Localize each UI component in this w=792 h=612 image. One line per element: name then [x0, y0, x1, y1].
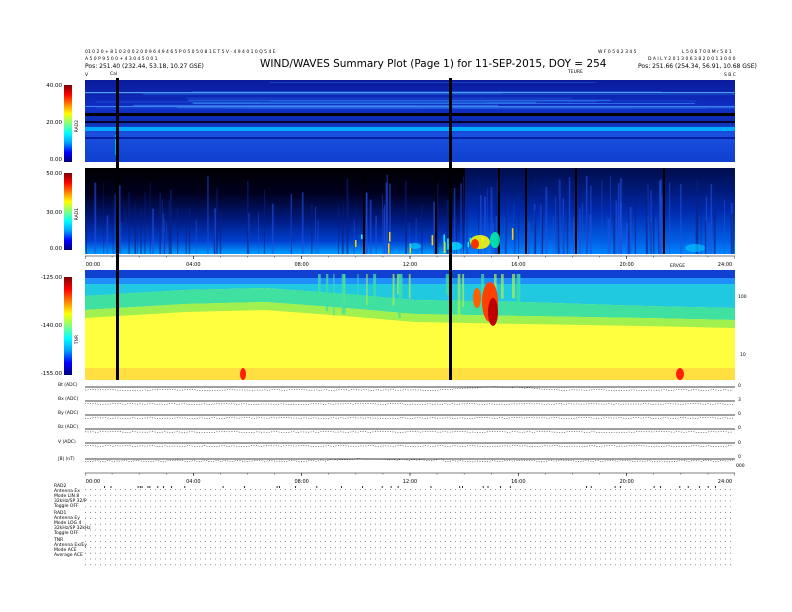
time-tick-label: 08:00	[294, 262, 308, 268]
rad1-tick-bottom: 0.00	[49, 246, 62, 252]
tnr-tick-bottom: -155.00	[40, 371, 62, 377]
header-center-small: W F 0 5 0 2 3 4 5	[598, 50, 637, 55]
line-right-tick-3: 0	[738, 426, 741, 431]
time-tick-label: 24:00	[718, 479, 732, 485]
rad2-tick-bottom: 0.00	[49, 157, 62, 163]
tnr-block-3: Average ACE	[54, 553, 83, 558]
line-label-by: By (ADC)	[58, 411, 79, 416]
time-tick-label: 16:00	[511, 262, 525, 268]
top-left-marker: V	[85, 73, 89, 78]
time-tick-label: 24:00	[718, 262, 732, 268]
time-tick-label: 12:00	[403, 262, 417, 268]
tnr-spectrogram	[85, 270, 735, 380]
time-axis-bottom: 00:00 04:00 08:00 12:00 16:00 20:00 24:00	[85, 471, 735, 485]
line-label-bt: Bt (ADC)	[58, 383, 78, 388]
line-label-b: |B| (nT)	[58, 457, 75, 462]
tnr-label: TNR	[75, 335, 80, 345]
header-right-line1: L 5 0 6 7 0 0 M r 5 0 1	[682, 50, 732, 55]
rad1-label: RAD1	[75, 208, 80, 221]
rad2-colorbar	[64, 85, 72, 162]
rad1-tick-mid: 30.00	[46, 210, 62, 216]
tnr-tick-top: -125.00	[40, 275, 62, 281]
rad1-spectrogram	[85, 168, 735, 254]
time-tick-label: 00:00	[86, 479, 100, 485]
time-tick-label: 16:00	[511, 479, 525, 485]
header-left-pos: Pos: 251.40 (232.44, 53.18, 10.27 GSE)	[85, 63, 204, 70]
page-title: WIND/WAVES Summary Plot (Page 1) for 11-…	[260, 58, 607, 70]
instrument-status-grid	[85, 486, 735, 570]
data-gap-bar	[116, 78, 119, 380]
rad2-label: RAD2	[75, 120, 80, 133]
tnr-right-tick-100: 100	[738, 295, 747, 300]
line-right-tick-1: 3	[738, 398, 741, 403]
line-right-tick-6: 000	[736, 464, 745, 469]
line-label-v: V (ADC)	[58, 440, 76, 445]
rad2-spectrogram	[85, 80, 735, 162]
top-right-label: TEURE	[568, 70, 583, 75]
line-right-tick-0: 0	[738, 384, 741, 389]
time-tick-label: 20:00	[619, 479, 633, 485]
rad1-block-4: Toggle OFF	[54, 531, 79, 536]
rad2-tick-top: 40.00	[46, 83, 62, 89]
magnetic-field-lines	[85, 381, 735, 471]
time-tick-label: 04:00	[186, 479, 200, 485]
tnr-right-tick-10: 10	[740, 353, 746, 358]
time-axis-top: 00:00 04:00 08:00 12:00 16:00 20:00 24:00	[85, 254, 735, 268]
header-right-line2: D A I L Y 2 0 1 3 0 6 3 8 2 0 0 1 3 0 0 …	[648, 57, 736, 62]
time-tick-label: 00:00	[86, 262, 100, 268]
time-tick-label: 08:00	[294, 479, 308, 485]
rad2-block-4: Toggle OFF	[54, 504, 79, 509]
rad1-colorbar	[64, 173, 72, 250]
time-tick-label: 04:00	[186, 262, 200, 268]
data-gap-bar	[449, 78, 453, 380]
line-label-bz: Bz (ADC)	[58, 425, 79, 430]
time-tick-label: 12:00	[403, 479, 417, 485]
line-right-tick-5: 0	[738, 455, 741, 460]
rad1-tick-top: 50.00	[46, 171, 62, 177]
header-left-line2: A 5 0 P 9 5 0 0 + 4 3 0 4 5 0 0 1	[85, 57, 158, 62]
top-right-small: S B C	[724, 73, 736, 78]
tnr-tick-mid: -140.00	[40, 323, 62, 329]
line-label-bx: Bx (ADC)	[58, 397, 79, 402]
cal-marker: Cal	[110, 72, 118, 77]
time-tick-label: 20:00	[619, 262, 633, 268]
line-right-tick-4: 0	[738, 441, 741, 446]
header-right-pos: Pos: 251.66 (254.34, 56.91, 10.68 GSE)	[638, 63, 757, 70]
header-left-line1: 01 0 2 0 + 8 1 0 2 0 0 2 0 0 9 6 4 9 4 6…	[85, 50, 276, 55]
tnr-colorbar	[64, 277, 72, 375]
rad2-tick-mid: 20.00	[46, 120, 62, 126]
line-right-tick-2: 0	[738, 412, 741, 417]
